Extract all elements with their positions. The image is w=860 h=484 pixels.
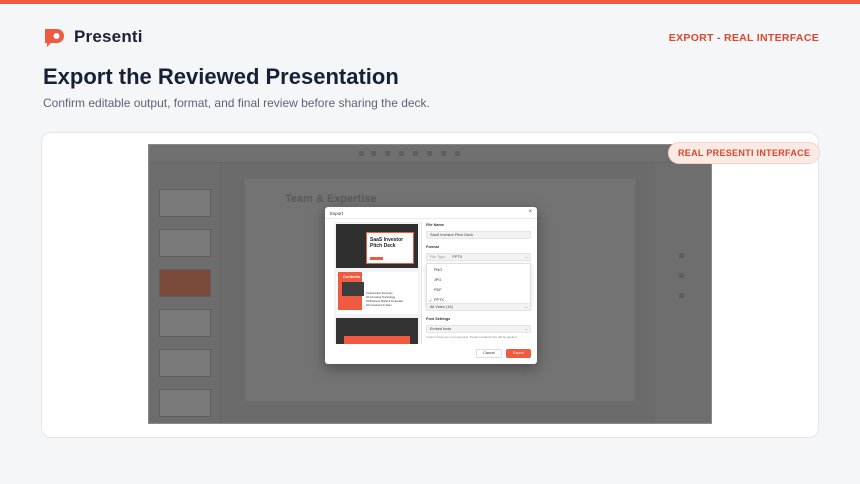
file-name-label: File Name [426,223,444,227]
section-tag: EXPORT - REAL INTERFACE [668,32,819,44]
toolbar-icon [679,253,684,258]
slide-thumbnail [159,189,211,217]
font-settings-select[interactable]: Embed fonts ⌄ [426,325,531,333]
toolbar-icon [371,151,376,156]
slide-thumbnail [159,309,211,337]
dialog-title: Export [330,211,344,216]
brand-name: Presenti [74,27,143,46]
toolbar-icon [455,151,460,156]
canvas-slide-title: Team & Expertise [285,193,377,205]
format-dropdown: PNG JPG PDF ✓ PPTX [426,263,531,307]
slides-preview[interactable]: SaaS Investor Pitch Deck Contents 01 Exe… [334,222,420,344]
brand[interactable]: Presenti [42,26,143,48]
preview-contents-panel: Contents [338,272,364,310]
preview-slide-1: SaaS Investor Pitch Deck [336,224,418,268]
format-option-selected[interactable]: PPTX [434,298,444,302]
toolbar-icon [359,151,364,156]
toolbar-icon [385,151,390,156]
divider [325,218,537,219]
slide-thumbnail [159,229,211,257]
preview-accent-bar [344,336,410,344]
preview-title-card: SaaS Investor Pitch Deck [366,232,414,264]
slide-thumbnail [159,349,211,377]
preview-image [342,282,364,296]
export-dialog: Export × SaaS Investor Pitch Deck Conten… [325,207,537,364]
font-note: Custom fonts are not supported. System d… [426,335,518,339]
preview-accent-bar [370,257,383,260]
preview-contents-label: Contents [343,274,361,279]
slide-sidebar [149,163,221,423]
toolbar-icon [399,151,404,156]
right-toolbar [655,163,711,423]
chevron-down-icon: ⌄ [524,304,528,309]
format-label: Format [426,245,439,249]
contents-item: 04 Investment & Team [366,304,392,307]
close-icon[interactable]: × [528,209,532,215]
cancel-button[interactable]: Cancel [476,349,502,358]
file-type-select[interactable]: File Type PPTX ⌄ [426,253,531,261]
format-option[interactable]: PNG [434,268,442,272]
file-type-value: PPTX [452,255,463,259]
toolbar-icon [679,273,684,278]
file-type-label: File Type [430,255,446,259]
slide-thumbnail [159,389,211,417]
toolbar-icon [441,151,446,156]
top-accent-bar [0,0,860,4]
toolbar-icon [413,151,418,156]
format-option[interactable]: PDF [434,288,442,292]
preview-contents-list: 01 Executive Summary 02 Innovative Techn… [366,292,403,308]
interface-screenshot: Team & Expertise Export × SaaS Investor … [148,144,712,424]
preview-slide-title: SaaS Investor Pitch Deck [370,237,404,249]
chevron-down-icon: ⌄ [524,326,528,331]
file-name-input[interactable]: SaaS Investor Pitch Deck [426,231,531,239]
export-button[interactable]: Export [506,349,531,358]
page-subtitle: Confirm editable output, format, and fin… [43,96,430,110]
chevron-down-icon: ⌄ [524,254,528,259]
preview-slide-2: Contents 01 Executive Summary 02 Innovat… [336,272,418,314]
preview-scrollbar[interactable] [421,222,422,344]
toolbar-icon [679,293,684,298]
font-settings-value: Embed fonts [430,327,452,331]
toolbar-icon [427,151,432,156]
presenti-logo-icon [45,29,64,47]
video-select[interactable]: All Video (16) ⌄ [426,303,531,311]
app-toolbar [149,145,711,163]
slide-thumbnail [159,269,211,297]
font-settings-label: Font Settings [426,317,451,321]
format-option[interactable]: JPG [434,278,441,282]
real-interface-badge: REAL PRESENTI INTERFACE [668,142,821,164]
video-select-value: All Video (16) [430,305,453,309]
preview-slide-3 [336,318,418,344]
page-title: Export the Reviewed Presentation [43,64,399,89]
